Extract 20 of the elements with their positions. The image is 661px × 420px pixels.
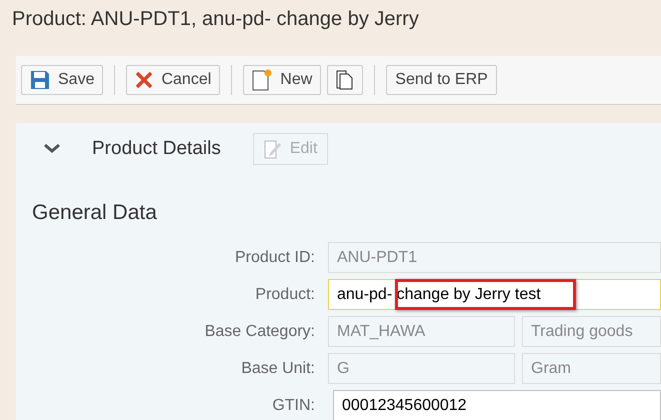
new-document-icon [252,69,272,91]
toolbar-button[interactable]: New [243,65,322,95]
window-title: Product: ANU-PDT1, anu-pd- change by Jerry [11,7,420,32]
chevron-icon[interactable] [44,144,60,154]
field-label: GTIN: [271,396,316,414]
toolbar-button[interactable]: Save [21,65,104,95]
section-title: Product Details [92,138,221,160]
pencil-icon [264,139,282,159]
field-label: Product: [254,286,316,304]
form-title: General Data [32,201,158,225]
close-icon [135,71,154,89]
save-icon [30,70,50,90]
input-field[interactable]: 00012345600012 [333,390,661,420]
copy-icon [336,70,354,90]
copy-button[interactable] [327,65,364,95]
field-label: Product ID: [234,248,316,266]
toolbar-button[interactable]: Cancel [126,65,220,95]
field-label: Base Category: [204,322,316,340]
toolbar-button[interactable]: Send to ERP [386,65,497,95]
field-label: Base Unit: [240,360,316,378]
